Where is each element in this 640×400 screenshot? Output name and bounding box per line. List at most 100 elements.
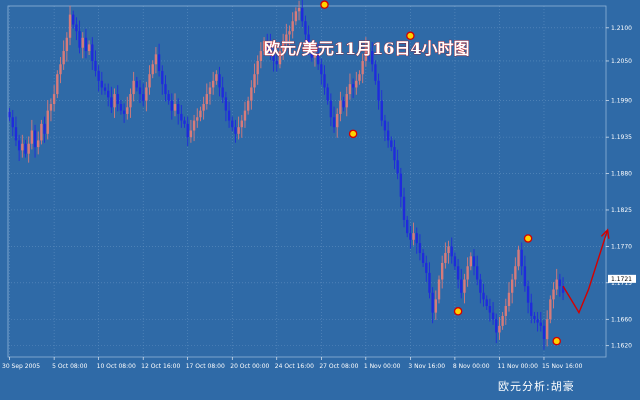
candle-body-58 xyxy=(192,120,196,131)
candle-body-30 xyxy=(103,87,107,91)
candle-body-29 xyxy=(100,80,104,88)
candle-body-142 xyxy=(460,279,463,293)
x-tick-label-1: 5 Oct 08:00 xyxy=(52,363,87,370)
candle-body-47 xyxy=(157,54,161,71)
y-tick-label-3: 1.1935 xyxy=(611,134,632,141)
candle-body-162 xyxy=(523,266,527,287)
candle-body-73 xyxy=(240,120,243,128)
candle-body-8 xyxy=(33,130,37,148)
x-tick-label-11: 11 Nov 00:00 xyxy=(497,363,538,370)
candle-body-78 xyxy=(256,60,259,75)
candle-body-46 xyxy=(154,54,158,65)
candle-body-15 xyxy=(56,74,59,95)
candle-body-36 xyxy=(122,110,126,114)
candle-body-40 xyxy=(135,80,139,88)
candle-body-26 xyxy=(91,44,94,61)
candle-body-141 xyxy=(456,266,460,280)
candle-body-2 xyxy=(14,127,18,141)
candle-body-171 xyxy=(552,289,555,300)
candle-body-64 xyxy=(211,80,215,88)
candle-body-131 xyxy=(425,262,428,273)
candle-body-35 xyxy=(119,104,123,111)
candle-body-6 xyxy=(27,143,30,154)
candle-body-27 xyxy=(94,60,97,71)
candle-body-32 xyxy=(110,97,113,108)
candle-body-167 xyxy=(539,322,542,326)
candle-body-19 xyxy=(68,14,72,38)
candle-body-67 xyxy=(221,87,224,98)
candle-body-16 xyxy=(59,64,62,75)
candle-body-146 xyxy=(472,256,476,267)
candle-body-152 xyxy=(491,312,495,320)
candle-body-121 xyxy=(393,147,396,161)
candle-body-155 xyxy=(501,315,504,326)
candle-body-107 xyxy=(348,84,352,95)
candle-body-7 xyxy=(30,130,34,144)
candle-body-151 xyxy=(488,306,492,313)
candle-body-161 xyxy=(520,249,523,267)
candle-body-84 xyxy=(275,60,278,65)
candle-body-69 xyxy=(227,110,231,121)
candle-body-145 xyxy=(469,256,473,267)
y-tick-label-0: 1.2100 xyxy=(611,25,632,32)
candle-body-13 xyxy=(49,104,53,111)
candle-body-63 xyxy=(208,87,212,95)
candle-body-59 xyxy=(196,117,199,121)
marker-4 xyxy=(523,234,533,243)
candle-body-20 xyxy=(72,14,75,25)
marker-1 xyxy=(348,129,358,139)
candle-body-55 xyxy=(183,120,186,124)
y-tick-label-4: 1.1880 xyxy=(611,171,632,178)
candle-body-42 xyxy=(141,94,145,101)
candle-body-3 xyxy=(17,140,21,151)
candle-body-48 xyxy=(161,70,164,85)
chart-frame: 1.2100 1.2050 1.1990 1.1935 1.1880 1.1825 1.17… xyxy=(0,0,640,400)
y-tick-label-1: 1.2050 xyxy=(611,58,632,65)
candle-body-39 xyxy=(132,80,135,95)
candle-body-23 xyxy=(81,37,84,48)
candle-body-9 xyxy=(37,140,40,148)
candle-body-135 xyxy=(437,279,441,300)
candle-body-61 xyxy=(202,104,205,111)
candle-body-31 xyxy=(107,90,110,98)
candle-body-12 xyxy=(46,110,49,134)
candle-body-136 xyxy=(440,262,444,280)
candle-body-57 xyxy=(189,130,193,138)
candle-body-117 xyxy=(380,100,383,121)
x-tick-label-10: 8 Nov 00:00 xyxy=(453,363,490,370)
x-tick-label-0: 30 Sep 2005 xyxy=(2,363,40,370)
current-price-label: 1.1721 xyxy=(611,276,632,283)
y-tick-label-5: 1.1825 xyxy=(611,207,632,214)
candle-body-126 xyxy=(409,233,412,240)
candle-body-50 xyxy=(167,94,170,101)
candle-body-169 xyxy=(545,319,549,340)
candle-body-144 xyxy=(466,266,469,280)
x-tick-label-9: 3 Nov 16:00 xyxy=(408,363,445,370)
candle-body-148 xyxy=(479,279,482,293)
candle-body-10 xyxy=(40,123,43,141)
candle-body-102 xyxy=(332,117,336,128)
candle-body-118 xyxy=(383,120,387,131)
candle-body-122 xyxy=(396,160,399,174)
candle-body-98 xyxy=(320,64,323,75)
candle-body-108 xyxy=(351,84,355,88)
candle-body-149 xyxy=(482,292,485,300)
x-tick-label-5: 20 Oct 00:00 xyxy=(230,363,269,370)
candle-body-154 xyxy=(498,325,501,333)
candle-body-45 xyxy=(151,64,154,75)
candle-body-76 xyxy=(250,87,253,101)
candle-body-65 xyxy=(215,74,218,81)
candle-body-124 xyxy=(402,196,406,220)
candle-body-34 xyxy=(116,94,119,105)
candle-body-18 xyxy=(65,37,69,52)
marker-5 xyxy=(552,336,561,346)
candle-body-1 xyxy=(11,117,14,128)
candle-body-120 xyxy=(390,140,393,148)
candle-body-163 xyxy=(526,286,530,303)
candle-body-139 xyxy=(450,246,453,257)
candle-body-52 xyxy=(173,104,177,111)
candle-body-109 xyxy=(355,80,358,88)
candle-body-153 xyxy=(495,319,498,333)
candle-body-147 xyxy=(475,266,479,280)
candle-body-123 xyxy=(399,173,403,197)
